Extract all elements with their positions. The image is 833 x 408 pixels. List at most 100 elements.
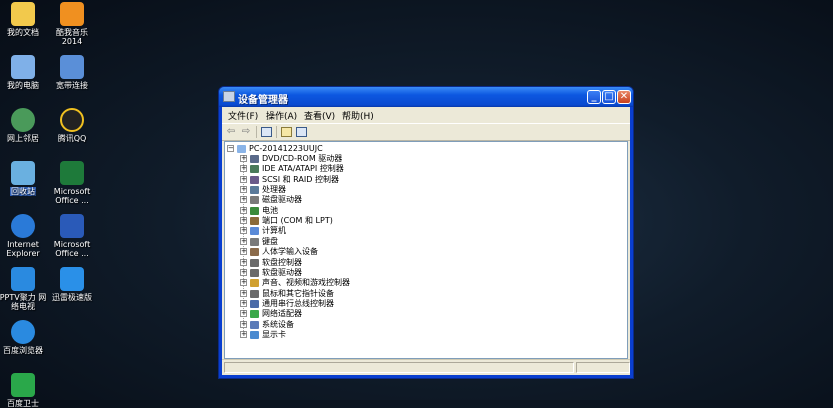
- desktop-icon-label: 网上邻居: [7, 134, 39, 143]
- toolbar-separator: [276, 126, 277, 138]
- device-manager-window: 设备管理器 _ □ ✕ 文件(F) 操作(A) 查看(V) 帮助(H) ⇦ ⇨ …: [218, 86, 634, 379]
- desktop-icon-recycle-bin[interactable]: 回收站: [0, 161, 48, 196]
- desktop-icon-internet-explorer[interactable]: Internet Explorer: [0, 214, 48, 258]
- desktop-icon-label: 腾讯QQ: [57, 134, 87, 143]
- status-pane-secondary: [576, 362, 630, 373]
- collapse-icon[interactable]: −: [227, 145, 234, 152]
- menu-help[interactable]: 帮助(H): [342, 109, 374, 122]
- device-category-label: 计算机: [262, 226, 286, 236]
- internet-explorer-icon: [11, 214, 35, 238]
- menu-file[interactable]: 文件(F): [228, 109, 258, 122]
- device-category-icon: [250, 268, 259, 277]
- desktop-icon-office-excel[interactable]: Microsoft Office ...: [47, 161, 97, 205]
- expand-icon[interactable]: +: [240, 196, 247, 204]
- desktop-icon-thunder[interactable]: 迅雷极速版: [47, 267, 97, 302]
- maximize-button[interactable]: □: [602, 90, 616, 104]
- desktop-icon-label: 我的电脑: [7, 81, 39, 90]
- expand-icon[interactable]: +: [240, 299, 247, 307]
- expand-icon[interactable]: +: [240, 289, 247, 297]
- minimize-button[interactable]: _: [587, 90, 601, 104]
- tencent-qq-icon: [60, 108, 84, 132]
- device-category-icon: [250, 155, 259, 163]
- desktop-icon-baidu-browser[interactable]: 百度浏览器: [0, 320, 48, 355]
- expand-icon[interactable]: +: [240, 237, 247, 245]
- help-icon[interactable]: [296, 127, 307, 137]
- desktop-icon-kuwo-music[interactable]: 酷我音乐 2014: [47, 2, 97, 46]
- device-category-icon: [250, 196, 259, 205]
- status-pane-main: [224, 362, 574, 373]
- device-category-icon: [250, 227, 259, 236]
- close-button[interactable]: ✕: [617, 90, 631, 104]
- device-category-icon: [250, 248, 259, 257]
- device-category-label: SCSI 和 RAID 控制器: [262, 174, 339, 184]
- device-category-label: 电池: [262, 205, 278, 215]
- forward-arrow-icon[interactable]: ⇨: [240, 126, 252, 137]
- device-category-icon: [250, 289, 259, 298]
- device-category-icon: [250, 165, 259, 174]
- device-category-label: 软盘控制器: [262, 257, 302, 267]
- menu-action[interactable]: 操作(A): [266, 109, 297, 122]
- computer-icon: [237, 145, 246, 153]
- device-category-label: 磁盘驱动器: [262, 195, 302, 205]
- expand-icon[interactable]: +: [240, 248, 247, 256]
- expand-icon[interactable]: +: [240, 186, 247, 194]
- recycle-bin-icon: [11, 161, 35, 185]
- expand-icon[interactable]: +: [240, 258, 247, 266]
- desktop-icon-baidu-guard[interactable]: 百度卫士: [0, 373, 48, 408]
- baidu-guard-icon: [11, 373, 35, 397]
- expand-icon[interactable]: +: [240, 330, 247, 338]
- device-category-label: 显示卡: [262, 329, 286, 339]
- desktop-icon-network-places[interactable]: 网上邻居: [0, 108, 48, 143]
- device-category-icon: [250, 330, 259, 339]
- device-category-icon: [250, 299, 259, 308]
- expand-icon[interactable]: +: [240, 217, 247, 225]
- window-title: 设备管理器: [238, 95, 288, 106]
- expand-icon[interactable]: +: [240, 268, 247, 276]
- expand-icon[interactable]: +: [240, 206, 247, 214]
- device-category-label: 处理器: [262, 185, 286, 195]
- root-label: PC-20141223UUJC: [249, 144, 323, 153]
- device-category-label: DVD/CD-ROM 驱动器: [262, 154, 343, 163]
- my-documents-icon: [11, 2, 35, 26]
- device-category-icon: [250, 217, 259, 226]
- expand-icon[interactable]: +: [240, 175, 247, 183]
- expand-icon[interactable]: +: [240, 279, 247, 287]
- expand-icon[interactable]: +: [240, 310, 247, 318]
- desktop-icon-label: Internet Explorer: [6, 240, 40, 258]
- device-category-label: 通用串行总线控制器: [262, 298, 334, 308]
- desktop-icon-label: 百度卫士: [7, 399, 39, 408]
- toolbar: ⇦ ⇨: [222, 123, 630, 141]
- menu-view[interactable]: 查看(V): [304, 109, 335, 122]
- properties-icon[interactable]: [281, 127, 292, 137]
- window-client: 文件(F) 操作(A) 查看(V) 帮助(H) ⇦ ⇨ − PC-2014122…: [222, 107, 630, 375]
- expand-icon[interactable]: +: [240, 165, 247, 173]
- desktop-icon-pptv[interactable]: PPTV聚力 网 络电视: [0, 267, 48, 311]
- title-bar[interactable]: 设备管理器 _ □ ✕: [219, 87, 633, 107]
- expand-icon[interactable]: +: [240, 155, 247, 162]
- device-category-icon: [250, 175, 259, 184]
- desktop-icon-my-documents[interactable]: 我的文档: [0, 2, 48, 37]
- excel-icon: [60, 161, 84, 185]
- device-category-icon: [250, 279, 259, 288]
- desktop-icon-broadband[interactable]: 宽带连接: [47, 55, 97, 90]
- device-tree: − PC-20141223UUJC + DVD/CD-ROM 驱动器 + IDE AT…: [224, 141, 628, 359]
- desktop-icon-tencent-qq[interactable]: 腾讯QQ: [47, 108, 97, 143]
- menu-bar: 文件(F) 操作(A) 查看(V) 帮助(H): [222, 107, 630, 123]
- device-manager-icon: [223, 91, 235, 102]
- desktop-icon-label: 我的文档: [7, 28, 39, 37]
- back-arrow-icon[interactable]: ⇦: [225, 126, 237, 137]
- device-category-label: 鼠标和其它指针设备: [262, 288, 334, 298]
- desktop-icon-label: PPTV聚力 网 络电视: [0, 293, 47, 311]
- device-category-label: 网络适配器: [262, 309, 302, 319]
- desktop-icon-office-word[interactable]: Microsoft Office ...: [47, 214, 97, 258]
- desktop-icon-my-computer[interactable]: 我的电脑: [0, 55, 48, 90]
- show-hide-tree-icon[interactable]: [261, 127, 272, 137]
- desktop-icon-label: 百度浏览器: [3, 346, 43, 355]
- toolbar-separator: [256, 126, 257, 138]
- device-category-label: 端口 (COM 和 LPT): [262, 216, 333, 226]
- desktop-icon-label: 宽带连接: [56, 81, 88, 90]
- expand-icon[interactable]: +: [240, 227, 247, 235]
- device-category-label: 系统设备: [262, 319, 294, 329]
- expand-icon[interactable]: +: [240, 320, 247, 328]
- status-bar: [222, 359, 630, 375]
